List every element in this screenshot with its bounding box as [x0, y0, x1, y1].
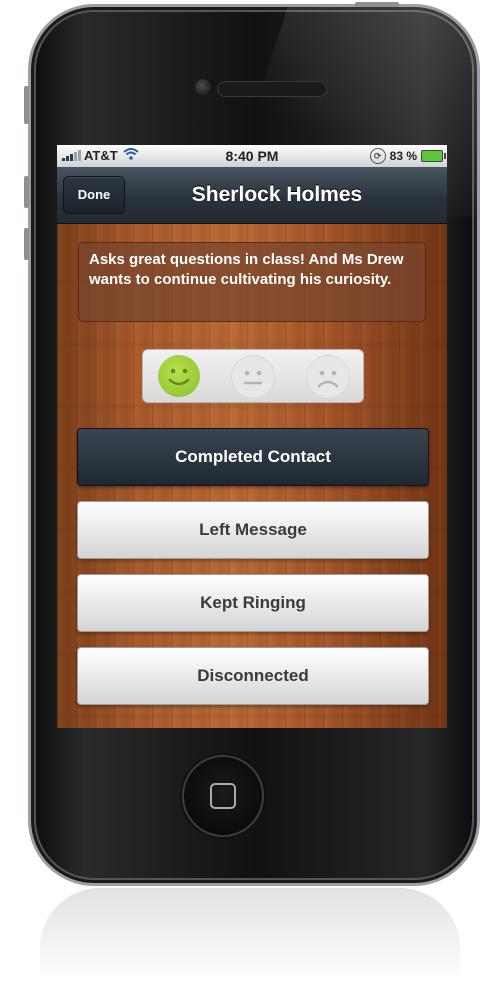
battery-charging-icon [421, 150, 446, 162]
navigation-bar: Done Sherlock Holmes [57, 167, 447, 224]
kept-ringing-button[interactable]: Kept Ringing [77, 574, 429, 632]
disconnected-button[interactable]: Disconnected [77, 647, 429, 705]
front-camera [195, 79, 211, 95]
home-square-icon [210, 783, 236, 809]
mood-selector [142, 349, 364, 403]
home-button[interactable] [182, 755, 264, 837]
sad-face-icon[interactable] [306, 355, 350, 399]
status-bar: AT&T 8:40 PM ⟳ 83 % [57, 145, 447, 167]
contact-note[interactable]: Asks great questions in class! And Ms Dr… [78, 242, 426, 322]
volume-down-button [24, 228, 29, 260]
page-title: Sherlock Holmes [191, 183, 363, 206]
phone-screen: AT&T 8:40 PM ⟳ 83 % Done Sherlock Holmes… [57, 145, 447, 728]
happy-face-icon[interactable] [158, 355, 200, 397]
volume-up-button [24, 176, 29, 208]
rotation-lock-icon: ⟳ [369, 148, 386, 164]
done-button[interactable]: Done [63, 176, 125, 214]
neutral-face-icon[interactable] [231, 355, 275, 399]
left-message-button[interactable]: Left Message [77, 501, 429, 559]
completed-contact-button[interactable]: Completed Contact [77, 428, 429, 486]
silent-switch [24, 86, 29, 124]
earpiece-speaker [217, 81, 327, 97]
device-reflection [40, 888, 460, 998]
sleep-button [355, 2, 399, 7]
wood-content-area: Asks great questions in class! And Ms Dr… [57, 224, 447, 728]
battery-percent: 83 % [389, 149, 417, 163]
